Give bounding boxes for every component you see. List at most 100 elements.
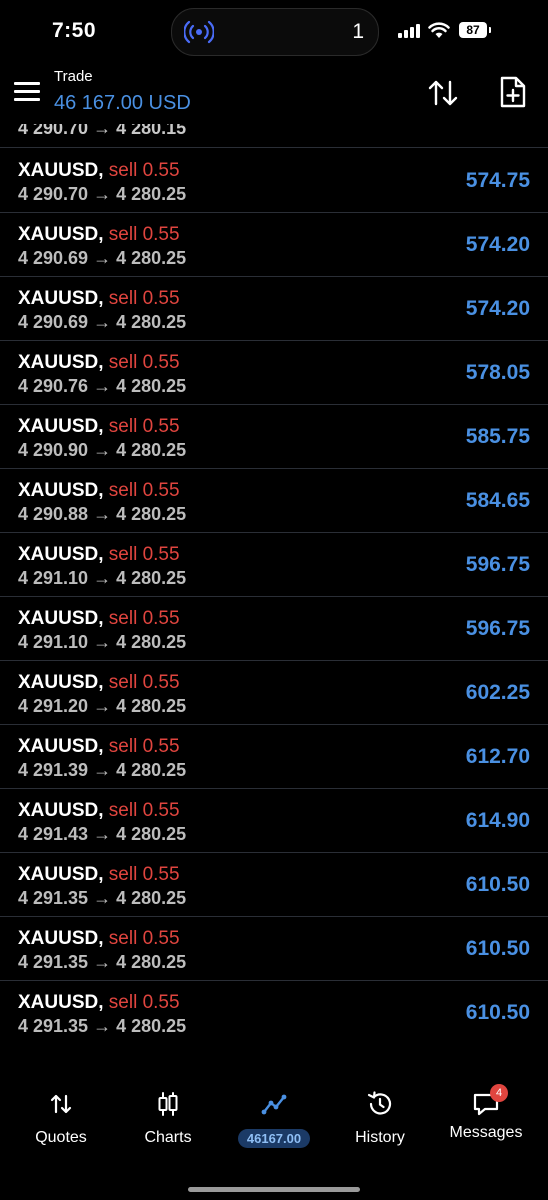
position-profit: 602.25 xyxy=(465,681,530,704)
new-order-icon[interactable] xyxy=(498,75,528,109)
position-prices: 4 290.76 → 4 280.25 xyxy=(18,376,187,396)
account-balance: 46 167.00 USD xyxy=(54,92,191,114)
tab-trade-balance: 46167.00 xyxy=(237,1129,311,1148)
position-prices: 4 291.10 → 4 280.25 xyxy=(18,632,187,652)
messages-badge: 4 xyxy=(490,1084,508,1102)
tab-quotes-label: Quotes xyxy=(35,1129,87,1146)
position-prices: 4 291.10 → 4 280.25 xyxy=(18,568,187,588)
position-row[interactable]: XAUUSD, sell 0.55 4 291.43 → 4 280.25 614.… xyxy=(0,788,548,853)
partial-row-prices: 4 290.70 → 4 280.15 xyxy=(18,124,187,138)
cellular-signal-icon xyxy=(398,24,420,38)
tab-history[interactable]: History xyxy=(330,1080,430,1150)
position-symbol: XAUUSD, sell 0.55 xyxy=(18,736,180,758)
tab-messages-label: Messages xyxy=(449,1124,523,1141)
position-symbol: XAUUSD, sell 0.55 xyxy=(18,800,180,822)
position-side: sell 0.55 xyxy=(108,416,180,437)
position-symbol: XAUUSD, sell 0.55 xyxy=(18,480,180,502)
dynamic-island[interactable]: 1 xyxy=(171,8,379,56)
position-row[interactable]: XAUUSD, sell 0.55 4 290.88 → 4 280.25 584.… xyxy=(0,468,548,533)
position-profit: 610.50 xyxy=(465,937,530,960)
messages-icon-wrap: 4 xyxy=(472,1084,508,1118)
tab-quotes[interactable]: Quotes xyxy=(11,1080,111,1150)
position-row[interactable]: XAUUSD, sell 0.55 4 290.76 → 4 280.25 578.… xyxy=(0,340,548,405)
position-row[interactable]: XAUUSD, sell 0.55 4 290.69 → 4 280.25 574.… xyxy=(0,276,548,341)
position-side: sell 0.55 xyxy=(108,672,180,693)
symbol-name: XAUUSD, xyxy=(18,224,104,245)
position-prices: 4 291.35 → 4 280.25 xyxy=(18,1016,187,1036)
home-indicator[interactable] xyxy=(188,1187,360,1192)
position-side: sell 0.55 xyxy=(108,864,180,885)
tab-trade[interactable]: 46167.00 xyxy=(224,1080,324,1150)
menu-icon[interactable] xyxy=(14,82,40,102)
position-symbol: XAUUSD, sell 0.55 xyxy=(18,416,180,438)
position-profit: 584.65 xyxy=(465,489,530,512)
position-row[interactable]: XAUUSD, sell 0.55 4 291.35 → 4 280.25 610.… xyxy=(0,916,548,981)
tab-charts[interactable]: Charts xyxy=(118,1080,218,1150)
position-side: sell 0.55 xyxy=(108,544,180,565)
candlestick-icon xyxy=(158,1092,178,1116)
position-side: sell 0.55 xyxy=(108,224,180,245)
position-side: sell 0.55 xyxy=(108,160,180,181)
battery-indicator: 87 xyxy=(459,22,487,38)
position-symbol: XAUUSD, sell 0.55 xyxy=(18,288,180,310)
positions-list[interactable]: 4 290.70 → 4 280.15 XAUUSD, sell 0.55 4 2… xyxy=(0,124,548,1044)
position-profit: 585.75 xyxy=(465,425,530,448)
position-prices: 4 291.35 → 4 280.25 xyxy=(18,952,187,972)
position-row[interactable]: XAUUSD, sell 0.55 4 291.10 → 4 280.25 596.… xyxy=(0,596,548,661)
page-title: Trade xyxy=(54,68,93,85)
position-profit: 614.90 xyxy=(465,809,530,832)
broadcast-icon xyxy=(184,20,214,44)
position-side: sell 0.55 xyxy=(108,480,180,501)
symbol-name: XAUUSD, xyxy=(18,736,104,757)
position-symbol: XAUUSD, sell 0.55 xyxy=(18,352,180,374)
position-profit: 578.05 xyxy=(465,361,530,384)
position-profit: 596.75 xyxy=(465,553,530,576)
trade-trend-icon xyxy=(261,1094,287,1115)
position-row[interactable]: XAUUSD, sell 0.55 4 290.90 → 4 280.25 585.… xyxy=(0,404,548,469)
bottom-navigation: Quotes Charts 46167.00 History 4 Message… xyxy=(0,1080,548,1160)
sort-icon[interactable] xyxy=(426,76,460,110)
position-profit: 574.20 xyxy=(465,233,530,256)
symbol-name: XAUUSD, xyxy=(18,288,104,309)
symbol-name: XAUUSD, xyxy=(18,544,104,565)
position-symbol: XAUUSD, sell 0.55 xyxy=(18,544,180,566)
position-side: sell 0.55 xyxy=(108,352,180,373)
position-prices: 4 291.20 → 4 280.25 xyxy=(18,696,187,716)
position-row[interactable]: XAUUSD, sell 0.55 4 291.35 → 4 280.25 610.… xyxy=(0,852,548,917)
symbol-name: XAUUSD, xyxy=(18,992,104,1013)
symbol-name: XAUUSD, xyxy=(18,352,104,373)
island-count: 1 xyxy=(352,20,364,43)
tab-messages[interactable]: 4 Messages xyxy=(436,1080,536,1150)
position-profit: 612.70 xyxy=(465,745,530,768)
symbol-name: XAUUSD, xyxy=(18,800,104,821)
position-side: sell 0.55 xyxy=(108,928,180,949)
symbol-name: XAUUSD, xyxy=(18,480,104,501)
position-row[interactable]: XAUUSD, sell 0.55 4 291.20 → 4 280.25 602.… xyxy=(0,660,548,725)
position-symbol: XAUUSD, sell 0.55 xyxy=(18,864,180,886)
symbol-name: XAUUSD, xyxy=(18,672,104,693)
tab-history-label: History xyxy=(355,1129,405,1146)
position-prices: 4 290.69 → 4 280.25 xyxy=(18,248,187,268)
app-header: Trade 46 167.00 USD xyxy=(0,62,548,124)
position-symbol: XAUUSD, sell 0.55 xyxy=(18,224,180,246)
position-symbol: XAUUSD, sell 0.55 xyxy=(18,160,180,182)
position-profit: 574.75 xyxy=(465,169,530,192)
symbol-name: XAUUSD, xyxy=(18,416,104,437)
position-row[interactable]: XAUUSD, sell 0.55 4 290.69 → 4 280.25 574.… xyxy=(0,212,548,277)
symbol-name: XAUUSD, xyxy=(18,160,104,181)
position-row[interactable]: XAUUSD, sell 0.55 4 291.10 → 4 280.25 596.… xyxy=(0,532,548,597)
tab-charts-label: Charts xyxy=(144,1129,192,1146)
position-row[interactable]: XAUUSD, sell 0.55 4 291.35 → 4 280.25 610.… xyxy=(0,980,548,1044)
position-prices: 4 290.69 → 4 280.25 xyxy=(18,312,187,332)
quotes-icon xyxy=(50,1094,72,1114)
symbol-name: XAUUSD, xyxy=(18,928,104,949)
position-side: sell 0.55 xyxy=(108,992,180,1013)
position-row[interactable]: XAUUSD, sell 0.55 4 290.70 → 4 280.25 574.… xyxy=(0,148,548,213)
position-profit: 610.50 xyxy=(465,1001,530,1024)
position-symbol: XAUUSD, sell 0.55 xyxy=(18,672,180,694)
position-symbol: XAUUSD, sell 0.55 xyxy=(18,992,180,1014)
symbol-name: XAUUSD, xyxy=(18,608,104,629)
status-time: 7:50 xyxy=(52,19,97,42)
history-icon xyxy=(367,1091,392,1115)
position-row[interactable]: XAUUSD, sell 0.55 4 291.39 → 4 280.25 612.… xyxy=(0,724,548,789)
